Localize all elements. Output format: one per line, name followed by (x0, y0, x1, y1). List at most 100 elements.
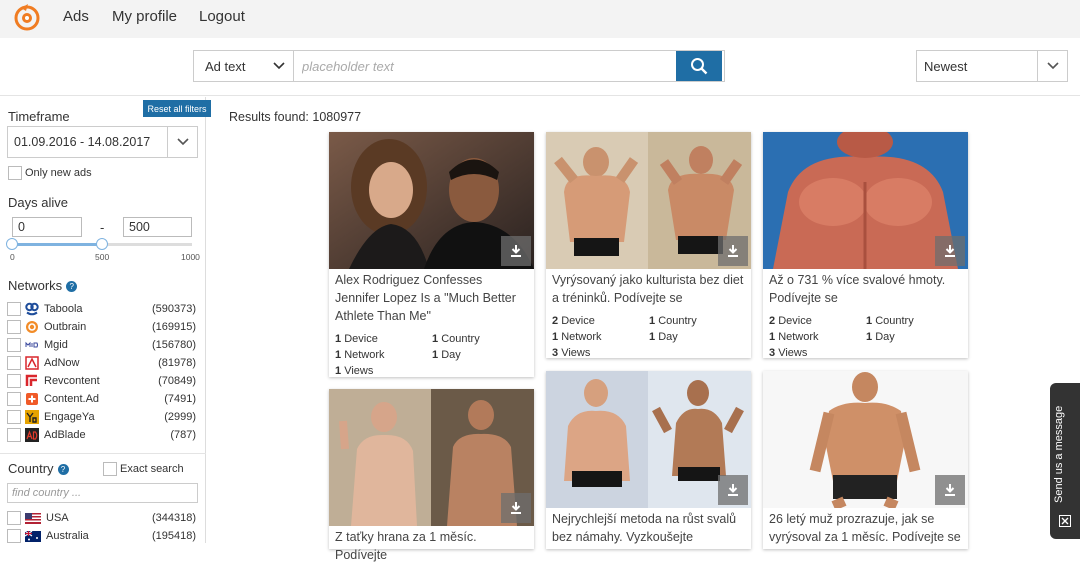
timeframe-select[interactable]: 01.09.2016 - 14.08.2017 (7, 126, 198, 158)
network-checkbox[interactable] (7, 428, 21, 442)
download-button[interactable] (935, 475, 965, 505)
network-checkbox[interactable] (7, 410, 21, 424)
search-type-select[interactable]: Ad text (194, 51, 294, 81)
adblade-icon (25, 428, 39, 442)
network-item-engageya[interactable]: EngageYa (2999) (7, 408, 196, 426)
network-item-adnow[interactable]: AdNow (81978) (7, 354, 196, 372)
country-name: Australia (46, 530, 89, 542)
nav-link-my-profile[interactable]: My profile (112, 8, 177, 25)
download-icon (511, 245, 521, 257)
exact-search-checkbox[interactable] (103, 462, 117, 476)
reset-filters-button[interactable]: Reset all filters (143, 100, 211, 117)
download-button[interactable] (718, 236, 748, 266)
days-slider-max-handle[interactable] (96, 238, 108, 250)
country-item-usa[interactable]: USA (344318) (7, 509, 196, 527)
ad-image[interactable] (329, 132, 534, 269)
stat-networks: 1 Network (769, 331, 819, 343)
ad-card[interactable]: 26 letý muž prozrazuje, jak se vyrýsoval… (763, 371, 968, 549)
ad-card[interactable]: Nejrychlejší metoda na růst svalů bez ná… (546, 371, 751, 549)
ad-card[interactable]: Vyrýsovaný jako kulturista bez diet a tr… (546, 132, 751, 359)
stat-days: 1 Day (432, 349, 461, 361)
days-separator: - (100, 220, 105, 235)
network-checkbox[interactable] (7, 374, 21, 388)
taboola-icon (25, 302, 39, 316)
chevron-down-icon (176, 138, 189, 146)
revcontent-icon (25, 374, 37, 386)
search-type-label: Ad text (205, 58, 246, 74)
ad-card[interactable]: Až o 731 % více svalové hmoty. Podívejte… (763, 132, 968, 359)
network-checkbox[interactable] (7, 338, 21, 352)
days-slider-min-handle[interactable] (6, 238, 18, 250)
only-new-checkbox[interactable] (8, 166, 22, 180)
ad-stats: 1 Device 1 Country 1 Network 1 Day 1 Vie… (329, 325, 534, 382)
network-count: (81978) (158, 357, 196, 369)
stat-days: 1 Day (649, 331, 678, 343)
network-name: Taboola (44, 303, 83, 315)
country-label: Country (8, 461, 54, 476)
network-checkbox[interactable] (7, 356, 21, 370)
search-bar: Ad text Newest (0, 38, 1080, 96)
mgid-icon (25, 341, 39, 348)
stat-countries: 1 Country (432, 333, 480, 345)
days-min-input[interactable]: 0 (12, 217, 82, 237)
ad-stats: 2 Device 1 Country 1 Network 1 Day 3 Vie… (546, 307, 751, 364)
network-name: EngageYa (44, 411, 95, 423)
slider-tick-min: 0 (10, 252, 15, 262)
ad-image[interactable] (546, 371, 751, 508)
download-button[interactable] (501, 493, 531, 523)
download-button[interactable] (718, 475, 748, 505)
days-alive-label: Days alive (8, 195, 68, 210)
network-item-revcontent[interactable]: Revcontent (70849) (7, 372, 196, 390)
search-input[interactable] (294, 51, 672, 81)
stat-countries: 1 Country (649, 315, 697, 327)
timeframe-value: 01.09.2016 - 14.08.2017 (14, 135, 151, 149)
network-name: Mgid (44, 339, 68, 351)
country-checkbox[interactable] (7, 511, 21, 525)
download-icon (945, 245, 955, 257)
ad-image[interactable] (763, 371, 968, 508)
nav-link-ads[interactable]: Ads (63, 8, 89, 25)
sort-select[interactable]: Newest (916, 50, 1068, 82)
network-item-mgid[interactable]: Mgid (156780) (7, 336, 196, 354)
top-navigation-bar: Ads My profile Logout (0, 0, 1080, 38)
network-checkbox[interactable] (7, 392, 21, 406)
networks-label: Networks (8, 278, 63, 293)
country-item-australia[interactable]: Australia (195418) (7, 527, 196, 545)
networks-heading: Networks? (8, 278, 78, 293)
ad-image[interactable] (763, 132, 968, 269)
nav-link-logout[interactable]: Logout (199, 8, 245, 25)
network-count: (7491) (164, 393, 196, 405)
ad-image[interactable] (546, 132, 751, 269)
network-item-contentad[interactable]: Content.Ad (7491) (7, 390, 196, 408)
results-count: Results found: 1080977 (229, 110, 362, 124)
ad-title: Z taťky hrana za 1 měsíc. Podívejte (335, 530, 477, 562)
download-button[interactable] (501, 236, 531, 266)
close-icon[interactable] (1059, 515, 1071, 527)
ad-card[interactable]: Alex Rodriguez Confesses Jennifer Lopez … (329, 132, 534, 377)
download-button[interactable] (935, 236, 965, 266)
help-icon[interactable]: ? (66, 281, 78, 293)
sort-arrow (1037, 51, 1067, 81)
outbrain-icon (26, 321, 38, 333)
logo-icon[interactable] (12, 3, 42, 31)
network-checkbox[interactable] (7, 302, 21, 316)
slider-tick-max: 1000 (181, 252, 200, 262)
search-icon (691, 58, 708, 75)
ad-image[interactable] (329, 389, 534, 526)
stat-views: 3 Views (769, 347, 808, 359)
download-icon (945, 484, 955, 496)
help-icon[interactable]: ? (57, 464, 69, 476)
search-button[interactable] (676, 51, 722, 81)
network-item-taboola[interactable]: Taboola (590373) (7, 300, 196, 318)
network-count: (169915) (151, 321, 196, 333)
send-message-tab[interactable]: Send us a message (1050, 383, 1080, 539)
network-checkbox[interactable] (7, 320, 21, 334)
network-count: (156780) (151, 339, 196, 351)
ad-title: Až o 731 % více svalové hmoty. Podívejte… (769, 273, 946, 305)
network-item-adblade[interactable]: AdBlade (787) (7, 426, 196, 444)
country-checkbox[interactable] (7, 529, 21, 543)
network-item-outbrain[interactable]: Outbrain (169915) (7, 318, 196, 336)
ad-card[interactable]: Z taťky hrana za 1 měsíc. Podívejte (329, 389, 534, 562)
find-country-input[interactable]: find country ... (7, 483, 198, 503)
days-max-input[interactable]: 500 (123, 217, 192, 237)
